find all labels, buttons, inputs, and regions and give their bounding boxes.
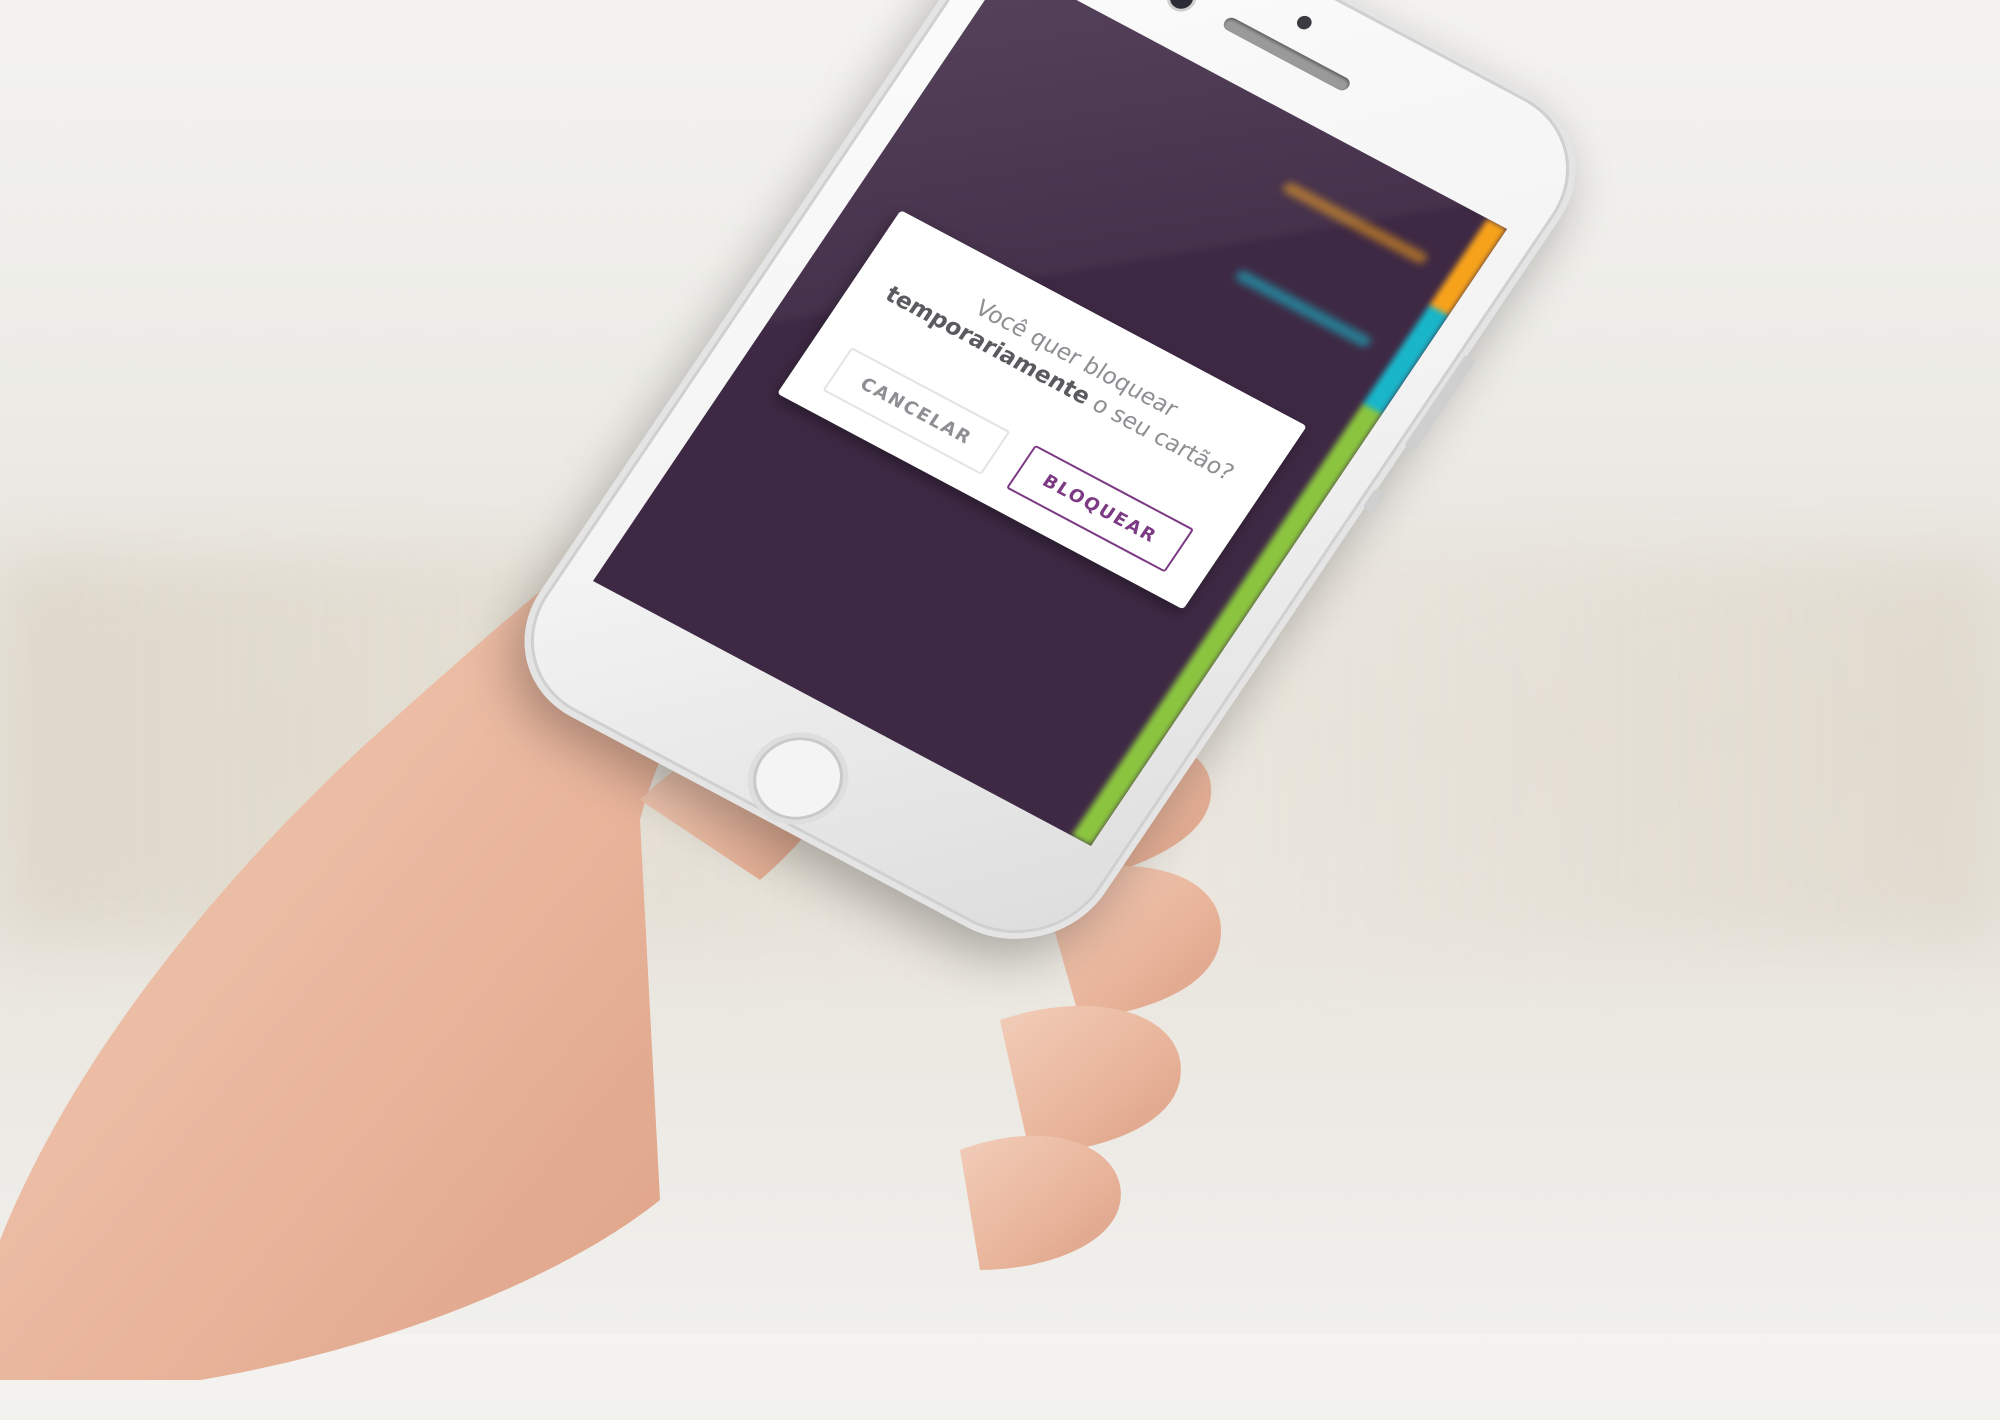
finger-3 xyxy=(1000,1005,1181,1155)
finger-4 xyxy=(960,1135,1121,1270)
